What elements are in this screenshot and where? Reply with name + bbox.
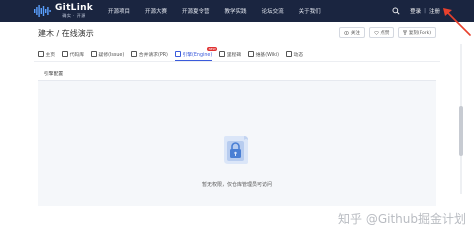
engine-icon bbox=[174, 51, 181, 57]
repository-title[interactable]: 建木 / 在线演示 bbox=[38, 28, 94, 39]
repository-page: 建木 / 在线演示 关注 点赞 复刻(Fork) 主页 代码库 疑修(Issue… bbox=[34, 22, 440, 206]
panel-title: 引擎配置 bbox=[44, 72, 64, 77]
brand-tagline: 确实 · 开源 bbox=[62, 13, 86, 18]
fork-button[interactable]: 复刻(Fork) bbox=[398, 27, 436, 38]
heart-icon bbox=[374, 30, 379, 35]
code-icon bbox=[62, 51, 69, 57]
nav-open-source-competition[interactable]: 开源大赛 bbox=[145, 7, 167, 15]
zhihu-watermark: 知乎 @Github掘金计划 bbox=[338, 212, 466, 226]
engine-config-panel: 引擎配置 暂无权限，仅仓库管理员可访问 bbox=[38, 66, 436, 206]
tab-engine[interactable]: 引擎(Engine) NEW bbox=[174, 47, 218, 61]
account-links: 登录 | 注册 bbox=[392, 0, 440, 22]
new-badge: NEW bbox=[207, 47, 218, 51]
tab-wiki[interactable]: 维基(Wiki) bbox=[248, 48, 279, 60]
watch-button[interactable]: 关注 bbox=[339, 27, 365, 38]
logo-wave-icon bbox=[34, 5, 51, 17]
main-menu: 开源项目 开源大赛 开源夏令营 教学实践 论坛交流 关于我们 bbox=[108, 0, 336, 22]
eye-icon bbox=[344, 30, 350, 35]
tab-milestones[interactable]: 里程碑 bbox=[219, 48, 241, 60]
gitlink-logo[interactable]: GitLink 确实 · 开源 bbox=[34, 3, 93, 19]
login-link[interactable]: 登录 bbox=[410, 7, 421, 15]
wiki-icon bbox=[248, 51, 255, 57]
nav-teaching-practice[interactable]: 教学实践 bbox=[225, 7, 247, 15]
milestone-icon bbox=[219, 51, 226, 57]
panel-header: 引擎配置 bbox=[38, 66, 436, 81]
scrollbar-thumb[interactable] bbox=[459, 106, 463, 156]
issue-icon bbox=[91, 51, 98, 57]
home-icon bbox=[38, 51, 44, 57]
tab-divider bbox=[34, 61, 440, 62]
register-link[interactable]: 注册 bbox=[429, 7, 440, 15]
fork-icon bbox=[403, 30, 408, 35]
activity-icon bbox=[286, 51, 293, 57]
repository-actions: 关注 点赞 复刻(Fork) bbox=[335, 27, 436, 38]
search-icon[interactable] bbox=[392, 7, 400, 15]
nav-open-source-projects[interactable]: 开源项目 bbox=[108, 7, 130, 15]
red-annotation-arrow bbox=[443, 8, 471, 36]
tab-activity[interactable]: 动态 bbox=[286, 48, 303, 60]
tab-pull-requests[interactable]: 合并请求(PR) bbox=[131, 48, 168, 60]
lock-document-icon bbox=[224, 136, 248, 164]
nav-summer-camp[interactable]: 开源夏令营 bbox=[182, 7, 210, 15]
vertical-scrollbar[interactable] bbox=[458, 44, 464, 194]
top-navigation-bar: GitLink 确实 · 开源 开源项目 开源大赛 开源夏令营 教学实践 论坛交… bbox=[0, 0, 474, 22]
pr-icon bbox=[131, 51, 138, 57]
repository-tabs: 主页 代码库 疑修(Issue) 合并请求(PR) 引擎(Engine) NEW … bbox=[38, 47, 310, 61]
divider: | bbox=[424, 8, 426, 14]
tab-issues[interactable]: 疑修(Issue) bbox=[91, 48, 124, 60]
like-button[interactable]: 点赞 bbox=[368, 27, 395, 38]
nav-forum[interactable]: 论坛交流 bbox=[262, 7, 284, 15]
brand-name: GitLink bbox=[55, 3, 94, 13]
tab-home[interactable]: 主页 bbox=[38, 48, 55, 60]
tab-code[interactable]: 代码库 bbox=[62, 48, 84, 60]
nav-about-us[interactable]: 关于我们 bbox=[299, 7, 321, 15]
empty-state-message: 暂无权限，仅仓库管理员可访问 bbox=[201, 182, 272, 188]
